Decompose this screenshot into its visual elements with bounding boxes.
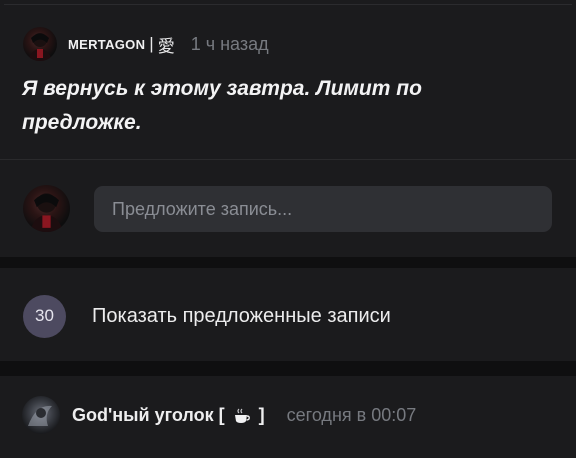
post2-header: God'ный уголок [ ] сегодня в 00:07 <box>60 396 416 434</box>
post2-time[interactable]: сегодня в 00:07 <box>287 405 417 426</box>
suggest-post-input[interactable] <box>112 198 534 220</box>
suggested-label: Показать предложенные записи <box>92 304 391 327</box>
show-suggested-button[interactable]: 30 Показать предложенные записи <box>23 294 391 338</box>
post-text: Я вернусь к этому завтра. Лимит по предл… <box>22 77 422 134</box>
page: MERTAGON | 愛 1 ч назад Я вернусь к этому… <box>0 0 576 458</box>
community-name-prefix: God'ный уголок [ <box>72 404 225 425</box>
post-header: MERTAGON | 愛 1 ч назад <box>23 27 269 61</box>
avatar-icon <box>28 405 52 426</box>
community-name[interactable]: God'ный уголок [ ] <box>72 405 265 426</box>
author-name[interactable]: MERTAGON <box>68 37 145 52</box>
post-divider <box>0 159 576 160</box>
coffee-cup-icon <box>234 408 250 423</box>
suggested-count-badge: 30 <box>23 294 66 338</box>
community-avatar[interactable] <box>22 396 60 434</box>
top-divider <box>4 4 572 5</box>
author-separator: | <box>149 34 154 53</box>
user-avatar[interactable] <box>23 185 70 232</box>
post-time[interactable]: 1 ч назад <box>191 34 269 55</box>
author-kanji: 愛 <box>157 36 175 57</box>
suggest-post-field[interactable] <box>94 186 552 232</box>
avatar-icon <box>29 193 64 232</box>
community-name-suffix: ] <box>258 404 265 425</box>
